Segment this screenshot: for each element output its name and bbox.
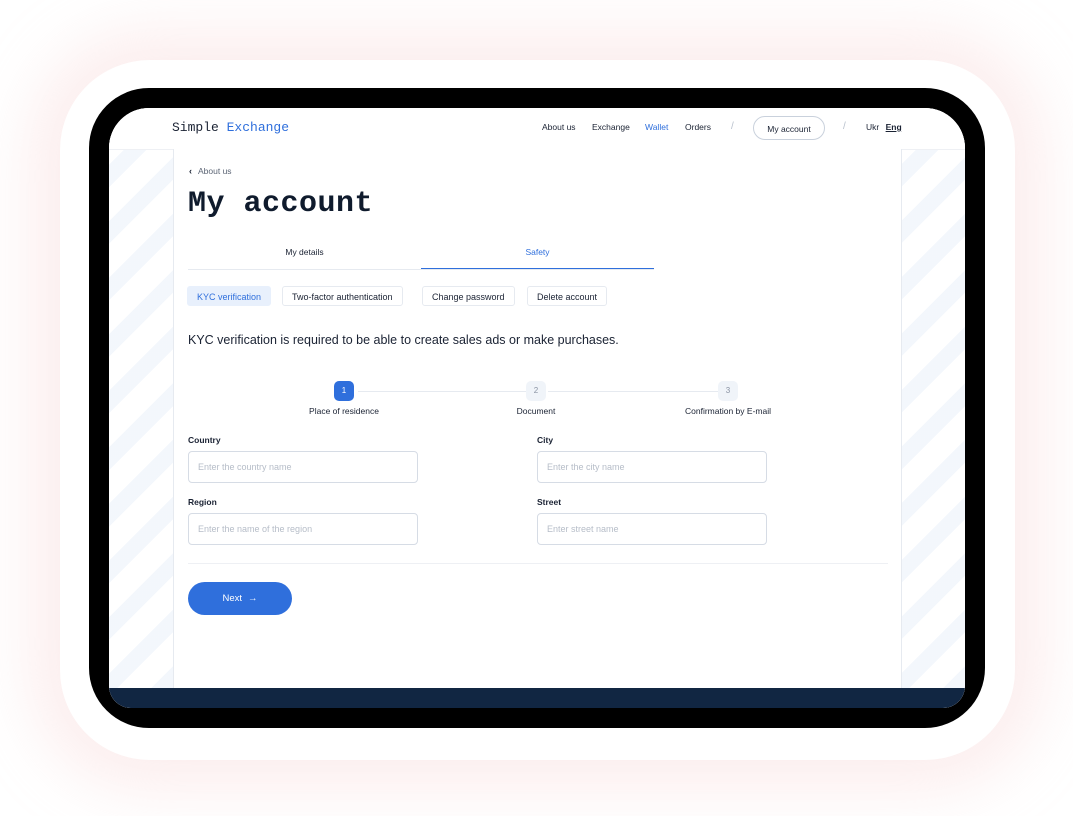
street-input[interactable]: [537, 513, 767, 545]
nav-separator: /: [843, 121, 846, 132]
nav-separator: /: [731, 121, 734, 132]
back-label: About us: [198, 166, 232, 176]
subtab-kyc-verification[interactable]: KYC verification: [187, 286, 272, 306]
step-connector: [358, 391, 526, 392]
chevron-left-icon: ‹: [189, 166, 192, 176]
background-pattern-right: [901, 108, 965, 708]
subtab-change-password[interactable]: Change password: [422, 286, 515, 306]
nav-wallet[interactable]: Wallet: [645, 122, 668, 132]
city-label: City: [537, 435, 554, 445]
arrow-right-icon: →: [248, 593, 258, 604]
step-3-badge: 3: [718, 381, 738, 401]
kyc-stepper: 1 2 3 Place of residence Document Confir…: [188, 381, 888, 421]
nav-exchange[interactable]: Exchange: [592, 122, 630, 132]
nav-about-us[interactable]: About us: [542, 122, 576, 132]
page-title: My account: [188, 187, 374, 221]
step-2-label: Document: [516, 406, 556, 416]
next-button-label: Next: [222, 593, 243, 604]
nav-orders[interactable]: Orders: [685, 122, 711, 132]
brand-word-exchange: Exchange: [226, 120, 290, 135]
lang-eng-link[interactable]: Eng: [886, 122, 902, 132]
lang-ukr-link[interactable]: Ukr: [866, 122, 879, 132]
brand-logo[interactable]: Simple Exchange: [172, 120, 289, 135]
top-nav-bar: Simple Exchange About us Exchange Wallet…: [109, 108, 965, 150]
step-2-badge: 2: [526, 381, 546, 401]
subtab-delete-account[interactable]: Delete account: [527, 286, 608, 306]
back-link[interactable]: ‹ About us: [189, 166, 232, 176]
account-content-card: ‹ About us My account My details Safety K…: [173, 149, 902, 688]
step-1-label: Place of residence: [309, 406, 379, 416]
country-input[interactable]: [188, 451, 418, 483]
step-connector: [548, 391, 718, 392]
region-input[interactable]: [188, 513, 418, 545]
step-1-badge: 1: [334, 381, 354, 401]
tab-safety[interactable]: Safety: [421, 243, 654, 269]
kyc-info-text: KYC verification is required to be able …: [188, 333, 619, 347]
brand-word-simple: Simple: [172, 120, 219, 135]
background-pattern-left: [109, 108, 173, 708]
region-label: Region: [188, 497, 217, 507]
city-input[interactable]: [537, 451, 767, 483]
step-3-label: Confirmation by E-mail: [685, 406, 771, 416]
account-tabs: My details Safety: [188, 243, 654, 270]
form-divider: [188, 563, 888, 564]
country-label: Country: [188, 435, 221, 445]
language-switcher: Ukr Eng: [866, 122, 902, 132]
street-label: Street: [537, 497, 562, 507]
footer-bar: [109, 688, 965, 708]
app-screen: Simple Exchange About us Exchange Wallet…: [109, 108, 965, 708]
tab-my-details[interactable]: My details: [188, 243, 421, 269]
subtab-two-factor-authentication[interactable]: Two-factor authentication: [282, 286, 403, 306]
next-button[interactable]: Next →: [188, 582, 292, 615]
my-account-button[interactable]: My account: [753, 116, 825, 140]
